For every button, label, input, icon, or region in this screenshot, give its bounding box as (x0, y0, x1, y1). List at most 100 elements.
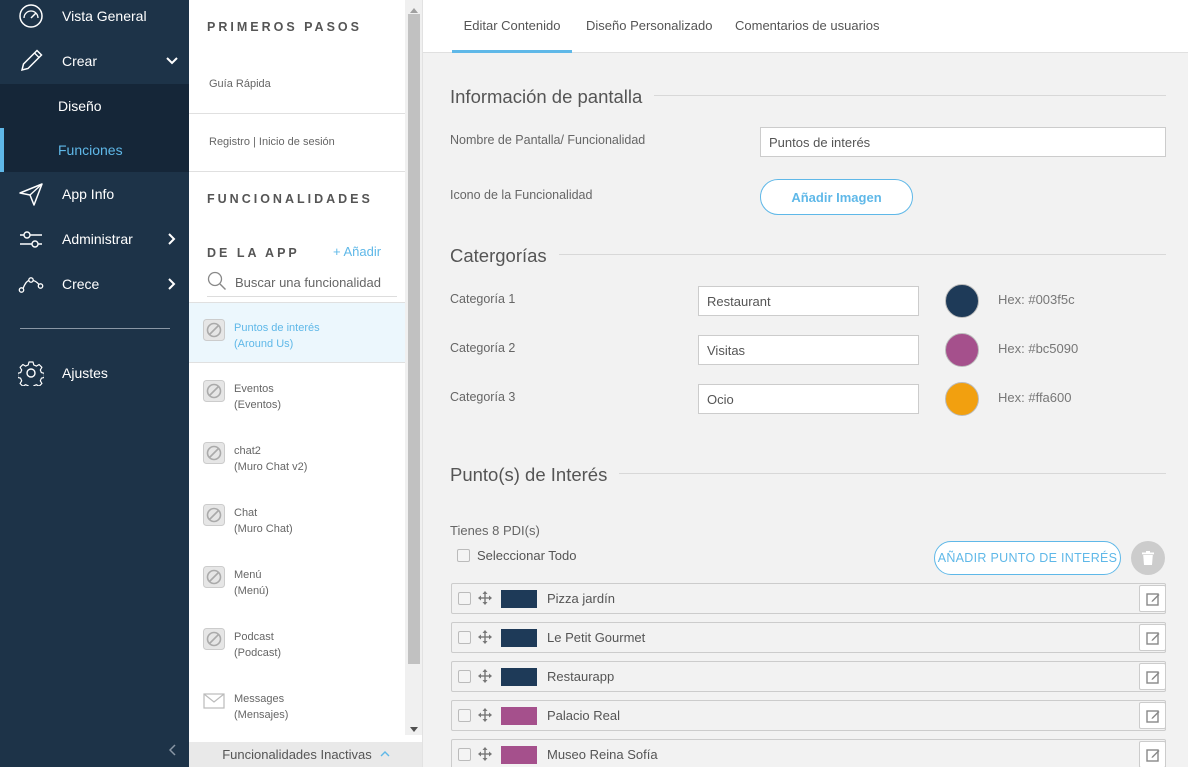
edit-icon[interactable] (1139, 741, 1166, 767)
nav-label: Vista General (62, 8, 147, 24)
nav-label: App Info (62, 186, 115, 202)
edit-icon[interactable] (1139, 624, 1166, 651)
category-input[interactable] (698, 335, 919, 365)
color-swatch[interactable] (945, 333, 979, 367)
checkbox[interactable] (458, 709, 471, 722)
poi-row[interactable]: Pizza jardín (451, 583, 1166, 614)
delete-button[interactable] (1131, 541, 1165, 575)
envelope-icon (203, 690, 225, 712)
checkbox[interactable] (457, 549, 470, 562)
select-all-checkbox[interactable]: Seleccionar Todo (457, 548, 577, 563)
checkbox[interactable] (458, 748, 471, 761)
category-label: Categoría 3 (450, 390, 516, 404)
add-feature-button[interactable]: + Añadir (333, 244, 381, 259)
category-label: Categoría 1 (450, 292, 516, 306)
inactive-features-toggle[interactable]: Funcionalidades Inactivas (189, 742, 422, 767)
feature-name: Chat (234, 507, 258, 519)
inactive-features-label: Funcionalidades Inactivas (222, 747, 372, 762)
chevron-right-icon (165, 232, 179, 246)
drag-handle-icon[interactable] (478, 669, 492, 683)
feature-item[interactable]: chat2 (Muro Chat v2) (189, 426, 405, 487)
checkbox[interactable] (458, 670, 471, 683)
poi-name: Restaurapp (547, 669, 615, 684)
category-input[interactable] (698, 286, 919, 316)
disabled-icon (203, 442, 225, 464)
edit-icon[interactable] (1139, 585, 1166, 612)
category-color-chip (501, 707, 537, 725)
search-input[interactable] (235, 271, 395, 293)
poi-row[interactable]: Le Petit Gourmet (451, 622, 1166, 653)
feature-item[interactable]: Puntos de interés (Around Us) (189, 302, 405, 363)
nav-item-grow[interactable]: Crece (0, 262, 189, 306)
nav-item-app-info[interactable]: App Info (0, 172, 189, 216)
divider (189, 171, 405, 172)
nav-item-create[interactable]: Crear (0, 39, 189, 83)
scroll-thumb[interactable] (408, 14, 420, 664)
nav-label: Administrar (62, 231, 133, 247)
disabled-icon (203, 504, 225, 526)
drag-handle-icon[interactable] (478, 591, 492, 605)
screen-name-input[interactable] (760, 127, 1166, 157)
poi-row[interactable]: Museo Reina Sofía (451, 739, 1166, 767)
feature-item[interactable]: Eventos (Eventos) (189, 364, 405, 425)
feature-subtitle: (Menú) (234, 585, 269, 597)
nav-item-settings[interactable]: Ajustes (0, 351, 189, 395)
quick-guide-link[interactable]: Guía Rápida (209, 78, 271, 90)
category-color-chip (501, 668, 537, 686)
hex-value: Hex: #003f5c (998, 292, 1075, 307)
disabled-icon (203, 319, 225, 341)
tab-edit-content[interactable]: Editar Contenido (452, 18, 572, 53)
nav-subitem-functions[interactable]: Funciones (0, 128, 189, 172)
add-image-button[interactable]: Añadir Imagen (760, 179, 913, 215)
nav-label: Funciones (58, 142, 123, 158)
scroll-down-icon[interactable] (410, 720, 418, 732)
tab-user-comments[interactable]: Comentarios de usuarios (735, 18, 880, 53)
feature-subtitle: (Podcast) (234, 647, 282, 659)
tab-bar: Editar Contenido Diseño Personalizado Co… (423, 0, 1188, 53)
feature-item[interactable]: Chat (Muro Chat) (189, 488, 405, 549)
nav-subitem-design[interactable]: Diseño (0, 84, 189, 128)
feature-subtitle: (Muro Chat) (234, 523, 293, 535)
color-swatch[interactable] (945, 284, 979, 318)
pencil-icon (18, 48, 44, 74)
poi-name: Pizza jardín (547, 591, 615, 606)
collapse-sidebar-icon[interactable] (165, 742, 181, 758)
drag-handle-icon[interactable] (478, 747, 492, 761)
checkbox[interactable] (458, 631, 471, 644)
category-color-chip (501, 629, 537, 647)
scroll-up-icon[interactable] (410, 2, 418, 13)
edit-icon[interactable] (1139, 702, 1166, 729)
checkbox[interactable] (458, 592, 471, 605)
scrollbar[interactable] (405, 0, 422, 735)
drag-handle-icon[interactable] (478, 708, 492, 722)
feature-subtitle: (Around Us) (234, 338, 294, 350)
category-label: Categoría 2 (450, 341, 516, 355)
tab-custom-design[interactable]: Diseño Personalizado (586, 18, 712, 53)
feature-item[interactable]: Menú (Menú) (189, 550, 405, 611)
category-input[interactable] (698, 384, 919, 414)
drag-handle-icon[interactable] (478, 630, 492, 644)
feature-name: Menú (234, 569, 262, 581)
sliders-icon (18, 226, 44, 252)
main-sidebar: Vista General Crear Diseño Funciones App… (0, 0, 189, 767)
poi-name: Palacio Real (547, 708, 620, 723)
feature-icon-label: Icono de la Funcionalidad (450, 188, 593, 202)
poi-row[interactable]: Palacio Real (451, 700, 1166, 731)
poi-row[interactable]: Restaurapp (451, 661, 1166, 692)
paper-plane-icon (18, 181, 44, 207)
nav-label: Crear (62, 53, 98, 69)
add-poi-button[interactable]: AÑADIR PUNTO DE INTERÉS (934, 541, 1121, 575)
categories-heading: Catergorías (450, 245, 559, 267)
feature-item[interactable]: Messages (Mensajes) (189, 674, 405, 735)
features-panel: PRIMEROS PASOS Guía Rápida Registro | In… (189, 0, 423, 767)
feature-item[interactable]: Podcast (Podcast) (189, 612, 405, 673)
feature-name: Eventos (234, 383, 274, 395)
gear-icon (18, 360, 44, 386)
nav-item-admin[interactable]: Administrar (0, 217, 189, 261)
register-login-link[interactable]: Registro | Inicio de sesión (209, 136, 335, 148)
nav-item-overview[interactable]: Vista General (0, 0, 189, 38)
color-swatch[interactable] (945, 382, 979, 416)
nav-label: Crece (62, 276, 100, 292)
edit-icon[interactable] (1139, 663, 1166, 690)
features-heading: FUNCIONALIDADES (207, 192, 373, 206)
